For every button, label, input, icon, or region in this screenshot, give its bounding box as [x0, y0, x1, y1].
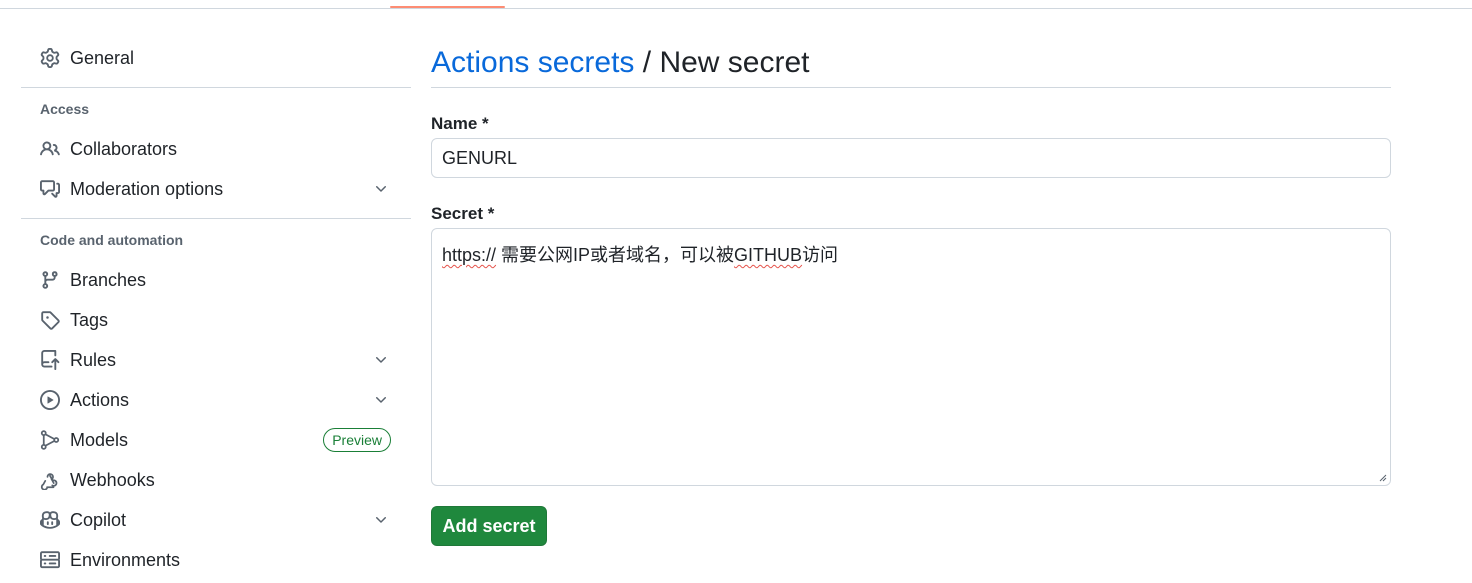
resize-handle-icon[interactable] [1377, 472, 1387, 482]
divider [21, 218, 411, 219]
sidebar-item-general[interactable]: General [21, 38, 411, 78]
webhook-icon [40, 470, 60, 490]
sidebar-item-label: Rules [70, 349, 117, 370]
play-icon [40, 390, 60, 410]
sidebar-item-branches[interactable]: Branches [21, 260, 411, 300]
sidebar-item-rules[interactable]: Rules [21, 340, 411, 380]
gear-icon [40, 48, 60, 68]
sidebar-item-label: Tags [70, 309, 109, 330]
tag-icon [40, 310, 60, 330]
preview-badge: Preview [323, 428, 391, 452]
active-tab-underline [390, 6, 505, 8]
group-title-access: Access [40, 101, 90, 117]
top-nav-border [0, 0, 1472, 9]
secret-value-textarea[interactable]: https:// 需要公网IP或者域名，可以被GITHUB访问 [431, 228, 1391, 486]
sidebar-item-label: General [70, 47, 135, 68]
sidebar-item-label: Collaborators [70, 138, 178, 159]
secret-name-value: GENURL [442, 147, 518, 168]
secret-value-text: https:// [442, 245, 497, 265]
chevron-down-icon[interactable] [373, 181, 389, 197]
copilot-icon [40, 510, 60, 530]
sidebar-item-copilot[interactable]: Copilot [21, 500, 411, 540]
add-secret-button[interactable]: Add secret [431, 506, 547, 546]
name-field-label: Name * [431, 114, 489, 133]
chevron-down-icon[interactable] [373, 352, 389, 368]
page-title: Actions secrets / New secret [431, 38, 1391, 88]
main-content: Actions secrets / New secret Name * GENU… [431, 38, 1391, 546]
secret-value-text: 需要公网IP或者域名，可以被 [496, 245, 735, 265]
sidebar-item-moderation-options[interactable]: Moderation options [21, 169, 411, 209]
sidebar-item-actions[interactable]: Actions [21, 380, 411, 420]
repo-push-icon [40, 350, 60, 370]
sidebar-item-collaborators[interactable]: Collaborators [21, 129, 411, 169]
sidebar-item-tags[interactable]: Tags [21, 300, 411, 340]
breadcrumb-separator: / [642, 46, 652, 79]
chevron-down-icon[interactable] [373, 392, 389, 408]
sidebar-item-label: Webhooks [70, 469, 155, 490]
sidebar-item-label: Moderation options [70, 178, 224, 199]
secret-value-text: GITHUB [734, 245, 803, 265]
chevron-down-icon[interactable] [373, 512, 389, 528]
group-title-code-automation: Code and automation [40, 232, 184, 248]
secret-value-text: 访问 [802, 245, 839, 265]
sidebar-item-label: Environments [70, 549, 181, 570]
sidebar-item-webhooks[interactable]: Webhooks [21, 460, 411, 500]
secret-field-label: Secret * [431, 204, 495, 223]
breadcrumb-current: New secret [659, 46, 810, 79]
divider [21, 87, 411, 88]
settings-sidebar: General Access Collaborators Moderation … [21, 38, 411, 580]
comment-discussion-icon [40, 179, 60, 199]
sidebar-item-environments[interactable]: Environments [21, 540, 411, 580]
people-icon [40, 139, 60, 159]
breadcrumb-actions-secrets-link[interactable]: Actions secrets [431, 46, 634, 79]
ai-model-icon [40, 430, 60, 450]
secret-name-input[interactable]: GENURL [431, 138, 1391, 178]
sidebar-item-label: Actions [70, 389, 130, 410]
sidebar-item-label: Branches [70, 269, 147, 290]
sidebar-item-label: Models [70, 429, 129, 450]
sidebar-item-models[interactable]: Models Preview [21, 420, 411, 460]
git-branch-icon [40, 270, 60, 290]
server-icon [40, 550, 60, 570]
sidebar-item-label: Copilot [70, 509, 127, 530]
